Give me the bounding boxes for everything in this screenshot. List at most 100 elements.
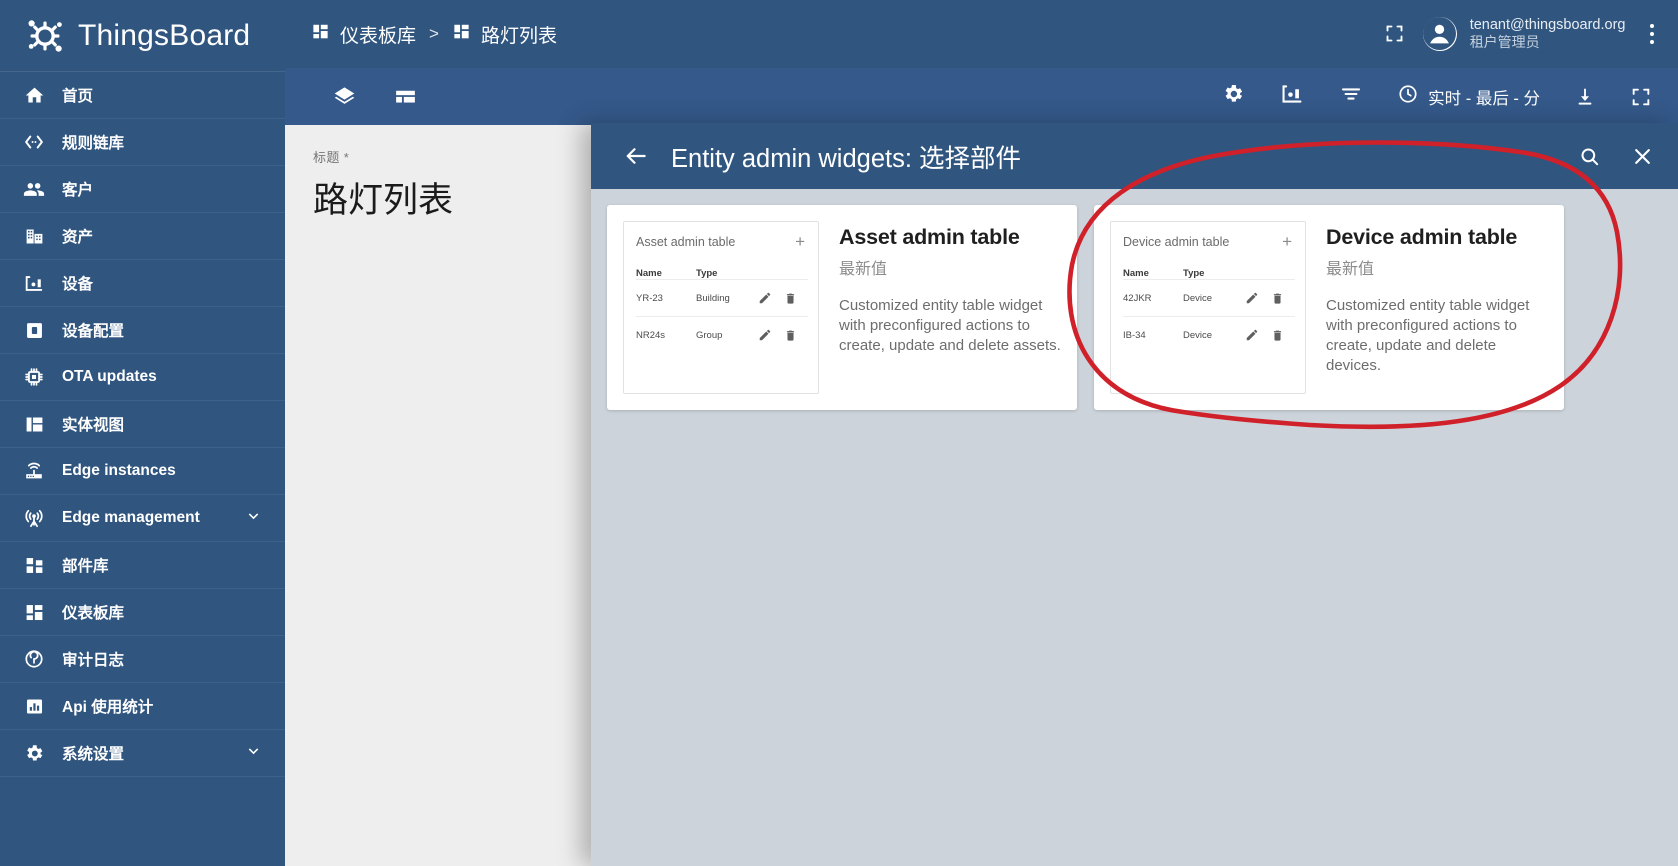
edit-pencil-icon[interactable] [1245,291,1259,305]
row-actions [1245,291,1284,305]
sidebar: ThingsBoard 首页 规则链库 [0,0,285,866]
layers-icon[interactable] [332,84,357,109]
arrow-back-icon[interactable] [623,143,649,169]
breadcrumb-item-current-dashboard[interactable]: 路灯列表 [452,21,557,48]
assets-icon [23,225,45,247]
delete-trash-icon[interactable] [784,292,797,305]
sidebar-item-label: OTA updates [62,368,157,386]
manage-widgets-button[interactable] [1279,81,1305,112]
sidebar-item-edge-management[interactable]: Edge management [0,495,285,542]
sidebar-item-label: 部件库 [62,554,109,576]
thingsboard-logo-icon [24,15,66,57]
sidebar-item-home[interactable]: 首页 [0,72,285,119]
edit-pencil-icon[interactable] [758,291,772,305]
sidebar-item-system-settings[interactable]: 系统设置 [0,730,285,777]
plus-icon[interactable]: + [795,233,808,250]
entity-views-icon [23,413,45,435]
search-icon[interactable] [1578,145,1601,168]
column-header-name: Name [636,268,696,279]
sidebar-item-edge-instances[interactable]: Edge instances [0,448,285,495]
sidebar-item-dashboards[interactable]: 仪表板库 [0,589,285,636]
cell-type: Device [1183,293,1245,304]
brand-name: ThingsBoard [78,19,250,53]
audit-logs-icon [23,648,45,670]
sidebar-item-audit-logs[interactable]: 审计日志 [0,636,285,683]
dashboard-settings-button[interactable] [1221,82,1245,111]
sidebar-item-label: 规则链库 [62,131,124,153]
device-profiles-icon [23,319,45,341]
customers-icon [23,178,45,200]
sidebar-item-customers[interactable]: 客户 [0,166,285,213]
sidebar-item-device-profiles[interactable]: 设备配置 [0,307,285,354]
sidebar-item-widgets-library[interactable]: 部件库 [0,542,285,589]
dashboard-layout-icon[interactable] [393,84,418,109]
sidebar-item-label: 客户 [62,178,93,200]
preview-title: Asset admin table [636,235,735,249]
breadcrumb-label: 路灯列表 [481,21,557,48]
row-actions [758,328,797,342]
chevron-down-icon[interactable] [244,506,263,530]
delete-trash-icon[interactable] [784,329,797,342]
toolbar-right-group: 实时 - 最后 - 分 [1221,81,1678,112]
download-icon[interactable] [1574,86,1596,108]
delete-trash-icon[interactable] [1271,329,1284,342]
column-header-type: Type [696,268,756,279]
app-root: ThingsBoard 首页 规则链库 [0,0,1678,866]
row-actions [1245,328,1284,342]
breadcrumb-label: 仪表板库 [340,21,416,48]
sidebar-item-assets[interactable]: 资产 [0,213,285,260]
breadcrumb-item-dashboards[interactable]: 仪表板库 [311,21,416,48]
settings-gear-icon [23,742,45,764]
close-icon[interactable] [1631,145,1654,168]
plus-icon[interactable]: + [1282,233,1295,250]
widgets-library-icon [23,554,45,576]
sidebar-item-ota-updates[interactable]: OTA updates [0,354,285,401]
user-role: 租户管理员 [1470,34,1626,52]
filter-icon [1339,82,1363,111]
sidebar-item-rule-chains[interactable]: 规则链库 [0,119,285,166]
timewindow-label: 实时 - 最后 - 分 [1428,85,1540,109]
dialog-header-actions [1578,145,1654,168]
user-menu[interactable]: tenant@thingsboard.org 租户管理员 [1423,16,1626,52]
dashboards-icon [452,22,471,46]
clock-icon [1397,83,1419,110]
timewindow-button[interactable]: 实时 - 最后 - 分 [1397,83,1540,110]
sidebar-item-label: 实体视图 [62,413,124,435]
settings-gear-icon [1221,82,1245,111]
widget-name: Device admin table [1326,225,1548,250]
filters-button[interactable] [1339,82,1363,111]
edit-pencil-icon[interactable] [758,328,772,342]
fullscreen-icon[interactable] [1384,23,1405,44]
sidebar-item-label: Edge instances [62,462,176,480]
more-vert-icon[interactable] [1644,18,1661,51]
account-circle-icon [1423,17,1457,51]
sidebar-item-label: 设备配置 [62,319,124,341]
fullscreen-icon[interactable] [1630,86,1652,108]
cell-name: 42JKR [1123,293,1183,304]
sidebar-item-entity-views[interactable]: 实体视图 [0,401,285,448]
edit-pencil-icon[interactable] [1245,328,1259,342]
delete-trash-icon[interactable] [1271,292,1284,305]
toolbar-left-group [332,84,418,109]
sidebar-item-label: 系统设置 [62,742,124,764]
dialog-header: Entity admin widgets: 选择部件 [591,123,1678,189]
sidebar-item-api-usage[interactable]: Api 使用统计 [0,683,285,730]
widget-card-asset-admin-table[interactable]: Asset admin table + Name Type YR-23 Buil… [607,205,1077,410]
preview-column-headers: Name Type [1123,268,1295,279]
brand-header[interactable]: ThingsBoard [0,0,285,72]
sidebar-item-label: Api 使用统计 [62,695,153,717]
home-icon [23,84,45,106]
sidebar-item-devices[interactable]: 设备 [0,260,285,307]
table-row: 42JKR Device [1123,279,1295,316]
dashboards-icon [23,601,45,623]
table-row: NR24s Group [636,316,808,353]
column-header-name: Name [1123,268,1183,279]
column-header-type: Type [1183,268,1243,279]
dialog-title: Entity admin widgets: 选择部件 [671,138,1021,175]
widget-card-grid: Asset admin table + Name Type YR-23 Buil… [607,205,1662,410]
chevron-down-icon[interactable] [244,741,263,765]
widget-preview: Asset admin table + Name Type YR-23 Buil… [623,221,819,394]
widget-card-device-admin-table[interactable]: Device admin table + Name Type 42JKR Dev… [1094,205,1564,410]
top-bar-right: tenant@thingsboard.org 租户管理员 [1384,16,1678,52]
cell-name: NR24s [636,330,696,341]
